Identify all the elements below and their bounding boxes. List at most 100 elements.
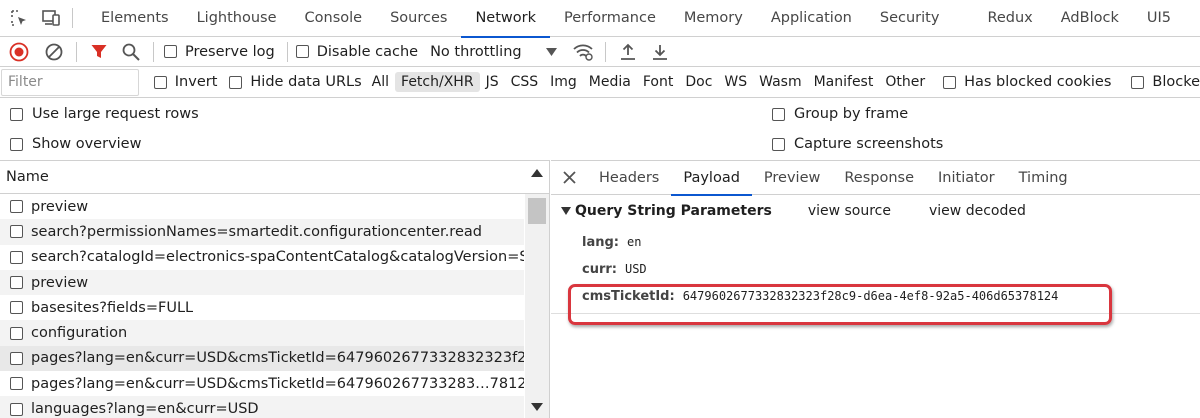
scroll-down-icon[interactable]: [531, 403, 543, 411]
tab-redux[interactable]: Redux: [973, 0, 1046, 37]
type-manifest[interactable]: Manifest: [808, 72, 880, 92]
checkbox-box[interactable]: [10, 200, 23, 214]
tab-console[interactable]: Console: [291, 0, 377, 37]
capture-screenshots-checkbox[interactable]: Capture screenshots: [772, 129, 943, 159]
request-row[interactable]: pages?lang=en&curr=USD&cmsTicketId=64796…: [0, 371, 524, 396]
type-img[interactable]: Img: [544, 72, 583, 92]
checkbox-box[interactable]: [10, 402, 23, 416]
tab-application[interactable]: Application: [757, 0, 866, 37]
checkbox-box[interactable]: [1131, 75, 1145, 89]
tab-ui5[interactable]: UI5: [1133, 0, 1185, 37]
tab-security[interactable]: Security: [866, 0, 954, 37]
checkbox-box[interactable]: [10, 225, 23, 239]
request-row[interactable]: basesites?fields=FULL: [0, 295, 524, 320]
sort-up-icon: [531, 169, 543, 177]
filter-icon[interactable]: [83, 37, 115, 67]
view-source-link[interactable]: view source: [808, 203, 891, 219]
throttling-select[interactable]: No throttling: [430, 44, 557, 60]
tab-headers[interactable]: Headers: [587, 161, 671, 195]
request-row-selected[interactable]: pages?lang=en&curr=USD&cmsTicketId=64796…: [0, 345, 524, 372]
param-row: lang: en: [582, 235, 641, 250]
tab-elements[interactable]: Elements: [87, 0, 183, 37]
request-name: search?catalogId=electronics-spaContentC…: [31, 249, 524, 266]
param-row: curr: USD: [582, 262, 647, 277]
checkbox-box[interactable]: [943, 75, 957, 89]
record-stop-button[interactable]: [0, 37, 38, 67]
request-row[interactable]: search?catalogId=electronics-spaContentC…: [0, 245, 524, 270]
disable-cache-checkbox[interactable]: Disable cache: [295, 44, 418, 60]
checkbox-box[interactable]: [10, 351, 23, 365]
network-conditions-icon[interactable]: [567, 37, 599, 67]
devtools-tab-bar: Elements Lighthouse Console Sources Netw…: [0, 0, 1200, 38]
invert-checkbox[interactable]: Invert: [153, 74, 217, 90]
hide-data-urls-checkbox[interactable]: Hide data URLs: [229, 74, 362, 90]
show-overview-checkbox[interactable]: Show overview: [10, 129, 141, 159]
checkbox-box[interactable]: [295, 45, 309, 58]
request-name: search?permissionNames=smartedit.configu…: [31, 223, 482, 240]
tab-memory[interactable]: Memory: [670, 0, 757, 37]
type-css[interactable]: CSS: [505, 72, 545, 92]
close-icon[interactable]: [551, 161, 587, 195]
checkbox-box[interactable]: [229, 75, 243, 89]
show-overview-label: Show overview: [32, 136, 142, 152]
has-blocked-cookies-checkbox[interactable]: Has blocked cookies: [943, 74, 1111, 90]
filter-bar: Filter Invert Hide data URLs All Fetch/X…: [0, 67, 1200, 98]
tab-initiator[interactable]: Initiator: [926, 161, 1007, 195]
large-rows-checkbox[interactable]: Use large request rows: [10, 99, 199, 129]
type-other[interactable]: Other: [879, 72, 931, 92]
device-toolbar-icon[interactable]: [40, 7, 62, 29]
tab-adblock[interactable]: AdBlock: [1047, 0, 1133, 37]
checkbox-box[interactable]: [10, 276, 23, 290]
request-row[interactable]: languages?lang=en&curr=USD: [0, 396, 524, 418]
tab-payload[interactable]: Payload: [671, 161, 752, 196]
type-doc[interactable]: Doc: [679, 72, 718, 92]
type-ws[interactable]: WS: [718, 72, 753, 92]
tab-preview[interactable]: Preview: [752, 161, 832, 195]
request-name: configuration: [31, 325, 128, 342]
inspect-element-icon[interactable]: [8, 7, 30, 29]
request-name: pages?lang=en&curr=USD&cmsTicketId=64796…: [31, 350, 524, 367]
filter-input[interactable]: Filter: [1, 68, 139, 96]
tab-response[interactable]: Response: [832, 161, 926, 195]
request-row[interactable]: configuration: [0, 320, 524, 346]
scrollbar-thumb[interactable]: [528, 198, 546, 224]
checkbox-box[interactable]: [10, 107, 23, 121]
checkbox-box[interactable]: [10, 301, 23, 315]
type-font[interactable]: Font: [637, 72, 679, 92]
request-list-scrollbar[interactable]: [525, 194, 549, 418]
clear-icon[interactable]: [38, 37, 70, 67]
request-row[interactable]: preview: [0, 269, 524, 296]
checkbox-box[interactable]: [10, 137, 23, 151]
checkbox-box[interactable]: [772, 137, 785, 151]
tab-performance[interactable]: Performance: [550, 0, 670, 37]
checkbox-box[interactable]: [772, 107, 785, 121]
type-fetch-xhr[interactable]: Fetch/XHR: [395, 72, 480, 92]
download-icon[interactable]: [644, 37, 676, 67]
param-row-cms-ticket-id: cmsTicketId: 6479602677332832323f28c9-d6…: [582, 289, 1058, 304]
checkbox-box[interactable]: [10, 250, 23, 264]
preserve-log-checkbox[interactable]: Preserve log: [164, 44, 275, 60]
section-title[interactable]: Query String Parameters: [575, 203, 772, 219]
type-all[interactable]: All: [366, 72, 395, 92]
checkbox-box[interactable]: [153, 75, 167, 89]
tab-sources[interactable]: Sources: [376, 0, 461, 37]
checkbox-box[interactable]: [10, 326, 23, 340]
triangle-down-icon[interactable]: [561, 207, 571, 215]
name-column-header[interactable]: Name: [0, 161, 549, 194]
checkbox-box[interactable]: [10, 377, 23, 391]
type-js[interactable]: JS: [480, 72, 505, 92]
group-by-frame-checkbox[interactable]: Group by frame: [772, 99, 908, 129]
tab-lighthouse[interactable]: Lighthouse: [183, 0, 291, 37]
upload-icon[interactable]: [612, 37, 644, 67]
type-wasm[interactable]: Wasm: [753, 72, 807, 92]
view-decoded-link[interactable]: view decoded: [929, 203, 1026, 219]
search-icon[interactable]: [115, 37, 147, 67]
request-row[interactable]: search?permissionNames=smartedit.configu…: [0, 219, 524, 245]
request-row[interactable]: preview: [0, 194, 524, 219]
has-blocked-cookies-label: Has blocked cookies: [964, 74, 1112, 90]
tab-network[interactable]: Network: [461, 0, 550, 38]
blocked-requests-checkbox[interactable]: Blocke: [1131, 74, 1200, 90]
type-media[interactable]: Media: [583, 72, 637, 92]
checkbox-box[interactable]: [164, 45, 177, 58]
tab-timing[interactable]: Timing: [1007, 161, 1080, 195]
